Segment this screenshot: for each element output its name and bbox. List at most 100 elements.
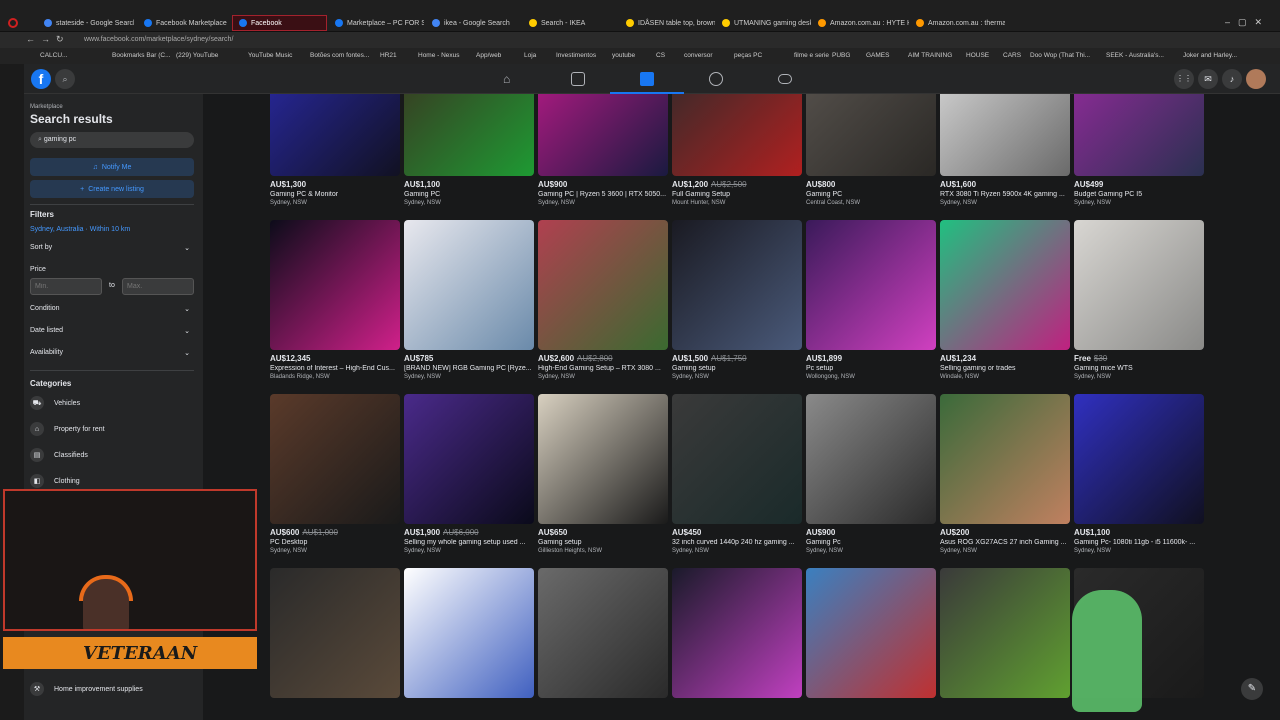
listing-title[interactable]: Budget Gaming PC I5 — [1074, 191, 1204, 198]
listing-title[interactable]: Asus ROG XG27ACS 27 inch Gaming ... — [940, 539, 1070, 546]
bookmark-first[interactable]: CALCU... — [40, 52, 67, 59]
listing-image[interactable] — [404, 220, 534, 350]
price-min-input[interactable] — [30, 278, 102, 295]
notifications-icon[interactable]: ♪ — [1222, 69, 1242, 89]
browser-tab[interactable]: IDÅSEN table top, brown, 1 — [620, 15, 715, 31]
bookmark-item[interactable]: PUBG — [832, 52, 850, 59]
listing-card[interactable]: AU$450 32 inch curved 1440p 240 hz gaming… — [672, 394, 802, 554]
nav-buttons[interactable]: ←→↻ — [26, 34, 70, 45]
listing-image[interactable] — [806, 568, 936, 698]
listing-title[interactable]: Gaming PC | Ryzen 5 3600 | RTX 5050... — [538, 191, 668, 198]
url-field[interactable]: www.facebook.com/marketplace/sydney/sear… — [72, 34, 1172, 46]
browser-tab[interactable]: Facebook — [232, 15, 327, 31]
listing-card[interactable]: AU$1,899 Pc setup Wollongong, NSW — [806, 220, 936, 380]
listing-card[interactable]: AU$1,500 AU$1,750 Gaming setup Sydney, NSW — [672, 220, 802, 380]
listing-image[interactable] — [940, 220, 1070, 350]
listing-card[interactable]: AU$600 AU$1,000 PC Desktop Sydney, NSW — [270, 394, 400, 554]
listing-card[interactable]: AU$2,600 AU$2,800 High-End Gaming Setup – … — [538, 220, 668, 380]
listing-image[interactable] — [672, 220, 802, 350]
bookmark-item[interactable]: Joker and Harley... — [1183, 52, 1237, 59]
browser-tab[interactable]: Search - IKEA — [523, 15, 618, 31]
listing-title[interactable]: Gaming Pc- 1080ti 11gb - i5 11600k- ... — [1074, 539, 1204, 546]
listing-card[interactable]: AU$1,600 RTX 3080 Ti Ryzen 5900x 4K gamin… — [940, 94, 1070, 206]
listing-title[interactable]: Expression of Interest – High-End Cus... — [270, 365, 400, 372]
listing-image[interactable] — [538, 568, 668, 698]
listing-title[interactable]: 32 inch curved 1440p 240 hz gaming ... — [672, 539, 802, 546]
bookmark-item[interactable]: Investimentos — [556, 52, 596, 59]
listing-image[interactable] — [1074, 94, 1204, 176]
category-item[interactable]: ◧ Clothing — [30, 474, 80, 488]
listing-image[interactable] — [270, 394, 400, 524]
listing-card[interactable] — [404, 568, 534, 715]
listing-image[interactable] — [270, 94, 400, 176]
listing-card[interactable]: AU$12,345 Expression of Interest – High-E… — [270, 220, 400, 380]
bookmark-item[interactable]: Bookmarks Bar (C... — [112, 52, 171, 59]
bookmark-item[interactable]: conversor — [684, 52, 713, 59]
listing-card[interactable]: AU$1,200 AU$2,500 Full Gaming Setup Mount H… — [672, 94, 802, 206]
bookmark-item[interactable]: Botões com fontes... — [310, 52, 369, 59]
menu-grid-icon[interactable]: ⋮⋮ — [1174, 69, 1194, 89]
listing-card[interactable]: AU$1,300 Gaming PC & Monitor Sydney, NSW — [270, 94, 400, 206]
listing-image[interactable] — [538, 394, 668, 524]
bookmark-item[interactable]: AIM TRAINING — [908, 52, 952, 59]
listing-card[interactable] — [940, 568, 1070, 715]
listing-image[interactable] — [404, 94, 534, 176]
bookmark-item[interactable]: App/web — [476, 52, 501, 59]
listing-image[interactable] — [806, 394, 936, 524]
listing-image[interactable] — [806, 94, 936, 176]
browser-tab[interactable]: stateside - Google Search — [38, 15, 134, 31]
bookmark-item[interactable]: (229) YouTube — [176, 52, 218, 59]
listing-card[interactable] — [672, 568, 802, 715]
listing-card[interactable]: AU$900 Gaming PC | Ryzen 5 3600 | RTX 505… — [538, 94, 668, 206]
listing-image[interactable] — [672, 94, 802, 176]
listing-title[interactable]: Gaming Pc — [806, 539, 936, 546]
category-item[interactable]: ▤ Classifieds — [30, 448, 88, 462]
listing-image[interactable] — [270, 568, 400, 698]
marketplace-icon[interactable] — [640, 72, 654, 86]
video-icon[interactable] — [571, 72, 585, 86]
notify-me-button[interactable]: ♫ Notify Me — [30, 158, 194, 176]
bookmark-item[interactable]: CS — [656, 52, 665, 59]
listing-card[interactable]: AU$1,100 Gaming Pc- 1080ti 11gb - i5 1160… — [1074, 394, 1204, 554]
bookmark-item[interactable]: peças PC — [734, 52, 762, 59]
bookmark-item[interactable]: YouTube Music — [248, 52, 292, 59]
messenger-icon[interactable]: ✉ — [1198, 69, 1218, 89]
compose-button[interactable]: ✎ — [1241, 678, 1263, 700]
browser-tab[interactable]: Marketplace – PC FOR SAL — [329, 15, 424, 31]
listing-card[interactable]: Free $30 Gaming mice WTS Sydney, NSW — [1074, 220, 1204, 380]
listing-card[interactable]: AU$800 Gaming PC Central Coast, NSW — [806, 94, 936, 206]
bookmark-item[interactable]: GAMES — [866, 52, 889, 59]
bookmark-item[interactable]: Doo Wop (That Thi... — [1030, 52, 1090, 59]
listing-image[interactable] — [538, 94, 668, 176]
listing-title[interactable]: Gaming setup — [672, 365, 802, 372]
category-item[interactable]: ⛟ Vehicles — [30, 396, 80, 410]
listing-card[interactable] — [270, 568, 400, 715]
listing-card[interactable]: AU$1,100 Gaming PC Sydney, NSW — [404, 94, 534, 206]
listing-title[interactable]: High-End Gaming Setup – RTX 3080 ... — [538, 365, 668, 372]
listing-image[interactable] — [404, 568, 534, 698]
listing-card[interactable]: AU$200 Asus ROG XG27ACS 27 inch Gaming ..… — [940, 394, 1070, 554]
search-input[interactable]: ⌕ gaming pc — [30, 132, 194, 148]
avatar[interactable] — [1246, 69, 1266, 89]
listing-image[interactable] — [404, 394, 534, 524]
listing-card[interactable]: AU$1,234 Selling gaming or trades Windale,… — [940, 220, 1070, 380]
create-listing-button[interactable]: + Create new listing — [30, 180, 194, 198]
listing-card[interactable]: AU$650 Gaming setup Gillieston Heights, NS… — [538, 394, 668, 554]
category-home-improvement[interactable]: ⚒ Home improvement supplies — [30, 682, 143, 696]
facebook-logo-icon[interactable]: f — [31, 69, 51, 89]
availability-dropdown[interactable]: Availability ⌄ — [30, 349, 190, 357]
bookmark-item[interactable]: filme e serie — [794, 52, 829, 59]
browser-tab[interactable]: Facebook Marketplace | Fa — [138, 15, 228, 31]
search-icon[interactable]: ⌕ — [55, 69, 75, 89]
bookmark-item[interactable]: SEEK - Australia's... — [1106, 52, 1164, 59]
condition-dropdown[interactable]: Condition ⌄ — [30, 305, 190, 313]
listing-title[interactable]: PC Desktop — [270, 539, 400, 546]
bookmark-item[interactable]: HOUSE — [966, 52, 989, 59]
listing-card[interactable] — [806, 568, 936, 715]
bookmark-item[interactable]: CARS — [1003, 52, 1021, 59]
listing-card[interactable] — [538, 568, 668, 715]
listing-card[interactable]: AU$785 [BRAND NEW] RGB Gaming PC [Ryze...… — [404, 220, 534, 380]
listing-title[interactable]: Gaming mice WTS — [1074, 365, 1204, 372]
listing-title[interactable]: [BRAND NEW] RGB Gaming PC [Ryze... — [404, 365, 534, 372]
bookmark-item[interactable]: Home - Nexus — [418, 52, 460, 59]
